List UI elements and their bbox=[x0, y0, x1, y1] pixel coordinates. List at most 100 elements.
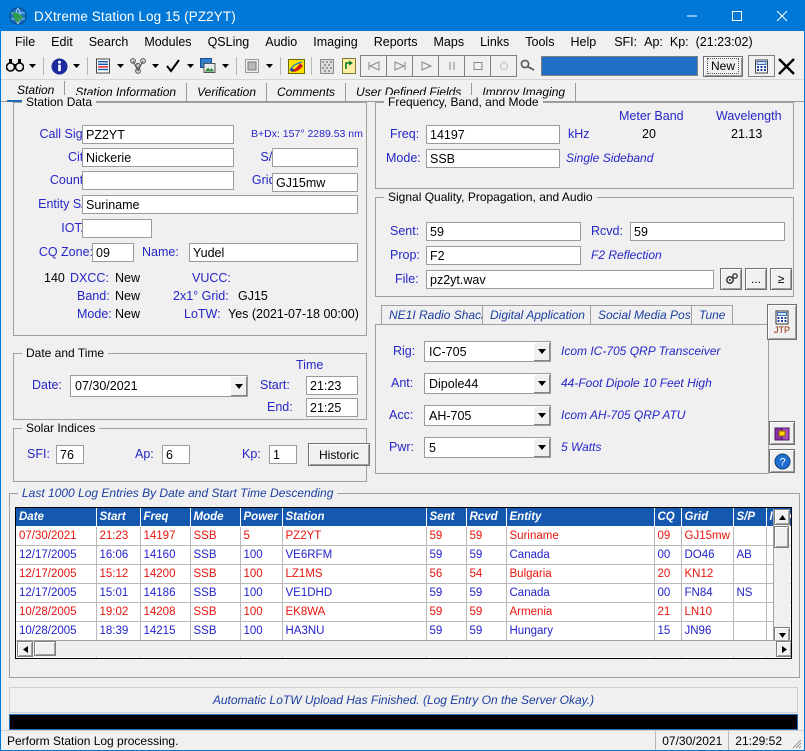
chevron-down-icon[interactable] bbox=[532, 342, 550, 361]
menu-search[interactable]: Search bbox=[81, 33, 137, 51]
menu-edit[interactable]: Edit bbox=[43, 33, 81, 51]
audio-play-button[interactable]: ≥ bbox=[770, 268, 792, 290]
table-row[interactable]: 12/17/200516:0614160SSB100VE6RFM5959Cana… bbox=[16, 546, 792, 565]
vertical-scroll-thumb[interactable] bbox=[774, 526, 789, 548]
ant-select[interactable]: Dipole44 bbox=[424, 373, 551, 394]
image-window-icon[interactable] bbox=[197, 55, 219, 77]
ap-input[interactable]: 6 bbox=[162, 445, 190, 464]
transport-last-button[interactable] bbox=[386, 55, 413, 77]
network-icon[interactable] bbox=[127, 55, 149, 77]
new-entry-button[interactable]: New bbox=[703, 56, 743, 77]
check-dropdown-arrow[interactable] bbox=[184, 55, 197, 77]
col-sp[interactable]: S/P bbox=[733, 508, 766, 527]
col-date[interactable]: Date bbox=[16, 508, 96, 527]
menu-audio[interactable]: Audio bbox=[257, 33, 305, 51]
menu-tools[interactable]: Tools bbox=[517, 33, 562, 51]
file-browse-button[interactable]: ... bbox=[745, 268, 767, 290]
grid-input[interactable]: GJ15mw bbox=[272, 173, 358, 192]
menu-imaging[interactable]: Imaging bbox=[305, 33, 365, 51]
logbook-dropdown-arrow[interactable] bbox=[114, 55, 127, 77]
tab-comments[interactable]: Comments bbox=[267, 83, 346, 102]
county-input[interactable] bbox=[82, 171, 234, 190]
info-icon[interactable] bbox=[48, 55, 70, 77]
col-sent[interactable]: Sent bbox=[426, 508, 466, 527]
col-mode[interactable]: Mode bbox=[190, 508, 240, 527]
audio-settings-button[interactable] bbox=[720, 268, 742, 290]
transport-pause-button[interactable] bbox=[438, 55, 465, 77]
table-row[interactable]: 10/28/200519:0214208SSB100EK8WA5959Armen… bbox=[16, 603, 792, 622]
binoculars-dropdown-arrow[interactable] bbox=[26, 55, 39, 77]
image-dropdown-arrow[interactable] bbox=[219, 55, 232, 77]
chevron-down-icon[interactable] bbox=[532, 406, 550, 425]
rig-select[interactable]: IC-705 bbox=[424, 341, 551, 362]
chevron-down-icon[interactable] bbox=[532, 438, 550, 457]
help-button[interactable]: ? bbox=[769, 449, 795, 473]
reference-book-button[interactable] bbox=[769, 421, 795, 445]
chevron-down-icon[interactable] bbox=[229, 376, 247, 396]
chevron-down-icon[interactable] bbox=[532, 374, 550, 393]
col-start[interactable]: Start bbox=[96, 508, 140, 527]
inner-tab-digital-application[interactable]: Digital Application bbox=[482, 305, 593, 325]
tab-verification[interactable]: Verification bbox=[187, 83, 267, 102]
close-button[interactable] bbox=[759, 1, 804, 31]
transport-record-button[interactable] bbox=[490, 55, 517, 77]
table-row[interactable]: 07/30/202121:2314197SSB5PZ2YT5959Surinam… bbox=[16, 527, 792, 546]
menu-modules[interactable]: Modules bbox=[136, 33, 199, 51]
acc-select[interactable]: AH-705 bbox=[424, 405, 551, 426]
inner-tab-radio-shack[interactable]: NE1I Radio Shack bbox=[381, 305, 495, 325]
city-input[interactable]: Nickerie bbox=[82, 148, 234, 167]
transport-play-button[interactable] bbox=[412, 55, 439, 77]
prop-input[interactable]: F2 bbox=[426, 246, 581, 265]
scroll-right-button[interactable] bbox=[776, 641, 792, 657]
menu-maps[interactable]: Maps bbox=[426, 33, 473, 51]
calculator-icon[interactable] bbox=[748, 55, 775, 77]
grid-horizontal-scrollbar[interactable] bbox=[17, 640, 792, 657]
col-grid[interactable]: Grid bbox=[681, 508, 733, 527]
transport-stop-button[interactable] bbox=[464, 55, 491, 77]
cancel-entry-icon[interactable] bbox=[774, 55, 798, 77]
menu-reports[interactable]: Reports bbox=[366, 33, 426, 51]
col-power[interactable]: Power bbox=[240, 508, 282, 527]
mode-input[interactable]: SSB bbox=[426, 149, 560, 168]
export-page-icon[interactable] bbox=[338, 55, 360, 77]
quick-search-input[interactable] bbox=[541, 56, 698, 76]
info-dropdown-arrow[interactable] bbox=[70, 55, 83, 77]
inner-tab-tune[interactable]: Tune bbox=[691, 305, 733, 325]
pwr-select[interactable]: 5 bbox=[424, 437, 551, 458]
menu-links[interactable]: Links bbox=[472, 33, 517, 51]
date-input[interactable]: 07/30/2021 bbox=[70, 375, 248, 397]
kp-input[interactable]: 1 bbox=[269, 445, 297, 464]
grid-pattern-icon[interactable] bbox=[316, 55, 338, 77]
window-icon[interactable] bbox=[241, 55, 263, 77]
start-time-input[interactable]: 21:23 bbox=[306, 376, 358, 395]
freq-input[interactable]: 14197 bbox=[426, 125, 560, 144]
menu-file[interactable]: File bbox=[7, 33, 43, 51]
entity-input[interactable]: Suriname bbox=[82, 195, 358, 214]
window-dropdown-arrow[interactable] bbox=[263, 55, 276, 77]
historic-button[interactable]: Historic bbox=[308, 443, 370, 466]
resize-grip[interactable] bbox=[788, 730, 804, 751]
sfi-input[interactable]: 76 bbox=[56, 445, 84, 464]
search-key-icon[interactable] bbox=[516, 55, 538, 77]
col-station[interactable]: Station bbox=[282, 508, 426, 527]
command-line-input[interactable] bbox=[9, 714, 798, 730]
col-rcvd[interactable]: Rcvd bbox=[466, 508, 506, 527]
table-row[interactable]: 12/17/200515:0114186SSB100VE1DHD5959Cana… bbox=[16, 584, 792, 603]
table-row[interactable]: 12/17/200515:1214200SSB100LZ1MS5654Bulga… bbox=[16, 565, 792, 584]
transport-first-button[interactable] bbox=[360, 55, 387, 77]
col-cq[interactable]: CQ bbox=[654, 508, 681, 527]
menu-help[interactable]: Help bbox=[562, 33, 604, 51]
check-icon[interactable] bbox=[162, 55, 184, 77]
file-input[interactable]: pz2yt.wav bbox=[426, 270, 714, 289]
name-input[interactable]: Yudel bbox=[189, 243, 358, 262]
grid-vertical-scrollbar[interactable] bbox=[773, 509, 790, 643]
minimize-button[interactable] bbox=[669, 1, 714, 31]
qsl-card-icon[interactable] bbox=[285, 55, 307, 77]
log-entries-grid[interactable]: Date Start Freq Mode Power Station Sent … bbox=[15, 507, 792, 659]
scroll-up-button[interactable] bbox=[774, 509, 790, 525]
network-dropdown-arrow[interactable] bbox=[149, 55, 162, 77]
sp-input[interactable] bbox=[272, 148, 358, 167]
jtp-button[interactable]: JTP bbox=[767, 304, 797, 340]
col-entity[interactable]: Entity bbox=[506, 508, 654, 527]
maximize-button[interactable] bbox=[714, 1, 759, 31]
